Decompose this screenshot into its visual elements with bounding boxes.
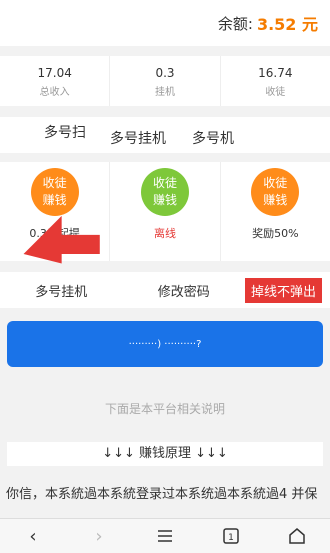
change-password-button[interactable]: 修改密码	[123, 281, 246, 300]
balance-bar: 余额: 3.52 元	[0, 0, 330, 46]
card-caption: 离线	[153, 227, 176, 240]
platform-note: 下面是本平台相关说明	[104, 402, 225, 416]
stat-total-income: 17.04 总收入	[0, 56, 111, 106]
balance-label: 余额:	[217, 14, 253, 33]
card-reward[interactable]: 收徒 赚钱 奖励50%	[221, 162, 330, 261]
tab-multi-hang[interactable]: 多号挂机	[110, 128, 166, 148]
tab-bar: 多号扫 多号挂机 多号机	[0, 117, 330, 153]
tabs-icon[interactable]: 1	[219, 524, 243, 548]
circle-text: 收徒	[263, 176, 288, 190]
stat-label: 挂机	[154, 87, 175, 98]
circle-text: 收徒	[42, 176, 67, 190]
multi-hang-button[interactable]: 多号挂机	[0, 281, 123, 300]
description-paragraph: 你信，本系統過本系統登录过本系统過本系統過4 并保	[6, 487, 318, 502]
earning-principle-heading: ↓↓↓ 赚钱原理 ↓↓↓	[7, 442, 323, 466]
earn-circle-button[interactable]: 收徒 赚钱	[251, 168, 300, 216]
circle-text: 收徒	[152, 176, 177, 190]
stats-panel: 17.04 总收入 0.3 挂机 16.74 收徒	[0, 56, 330, 106]
forward-icon[interactable]: ›	[87, 524, 111, 548]
tab-multi-scan[interactable]: 多号扫	[44, 122, 86, 142]
circle-text: 赚钱	[152, 193, 177, 207]
circle-text: 赚钱	[263, 193, 288, 207]
stat-recruit: 16.74 收徒	[221, 56, 330, 106]
stat-label: 收徒	[265, 87, 286, 98]
browser-nav-bar: ‹ › 1	[0, 518, 330, 553]
card-offline[interactable]: 收徒 赚钱 离线	[110, 162, 221, 261]
stat-hangup: 0.3 挂机	[110, 56, 221, 106]
primary-action-label: ·········) ··········?	[128, 338, 202, 350]
action-bar: 多号挂机 修改密码 掉线不弹出	[0, 272, 330, 308]
pointer-arrow-icon	[23, 215, 100, 264]
home-icon[interactable]	[285, 524, 309, 548]
balance-amount: 3.52 元	[256, 15, 318, 34]
menu-icon[interactable]	[153, 524, 177, 548]
back-icon[interactable]: ‹	[21, 524, 45, 548]
stat-label: 总收入	[39, 87, 70, 98]
primary-action-button[interactable]: ·········) ··········?	[7, 321, 323, 367]
earn-cards: 收徒 赚钱 0.3元起提 收徒 赚钱 离线 收徒 赚钱 奖励50%	[0, 162, 330, 264]
tab-multi-machine[interactable]: 多号机	[192, 128, 234, 148]
card-withdraw[interactable]: 收徒 赚钱 0.3元起提	[0, 162, 111, 264]
stat-value: 17.04	[37, 66, 72, 80]
svg-text:1: 1	[228, 533, 234, 543]
earn-circle-button[interactable]: 收徒 赚钱	[140, 168, 189, 216]
stat-value: 16.74	[258, 66, 293, 80]
card-caption: 奖励50%	[252, 227, 299, 240]
offline-no-popup-button[interactable]: 掉线不弹出	[245, 277, 323, 303]
stat-value: 0.3	[155, 66, 175, 80]
